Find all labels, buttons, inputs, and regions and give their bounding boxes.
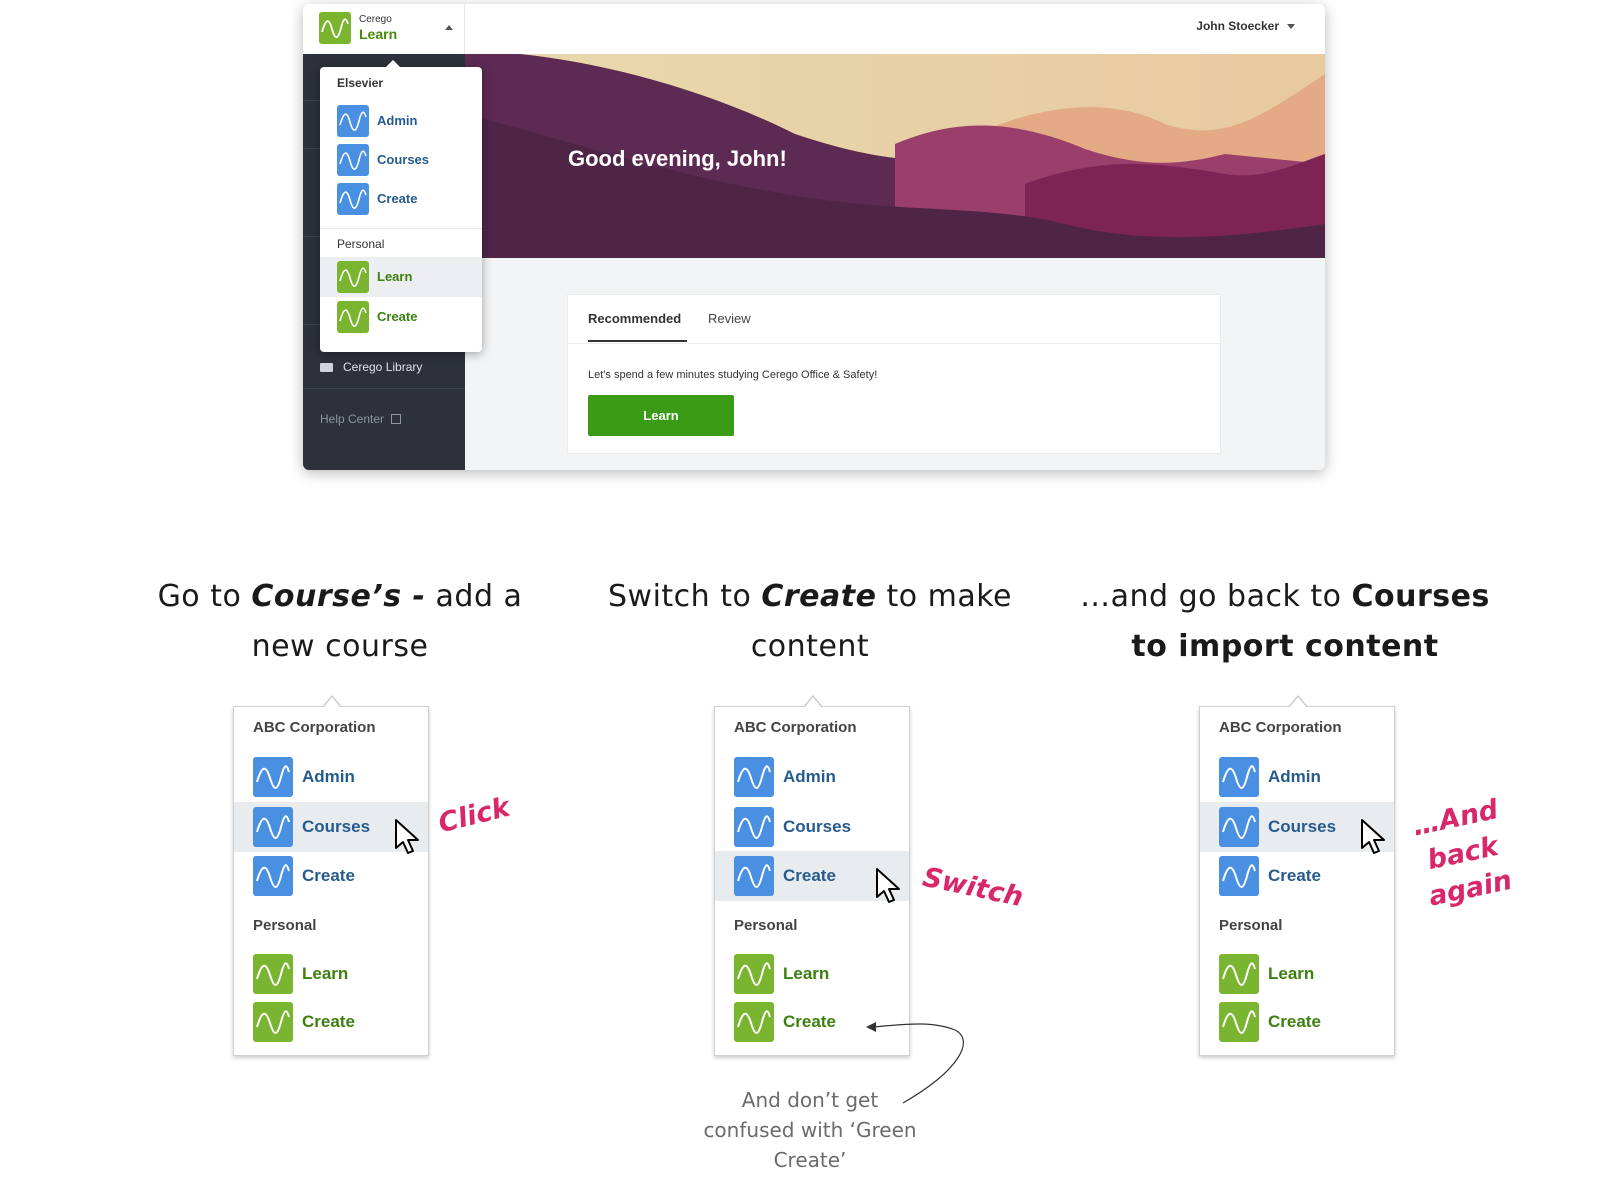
hint-text: And don’t get confused with ‘Green Creat… bbox=[703, 1088, 917, 1172]
hint-arrow bbox=[866, 1022, 964, 1104]
